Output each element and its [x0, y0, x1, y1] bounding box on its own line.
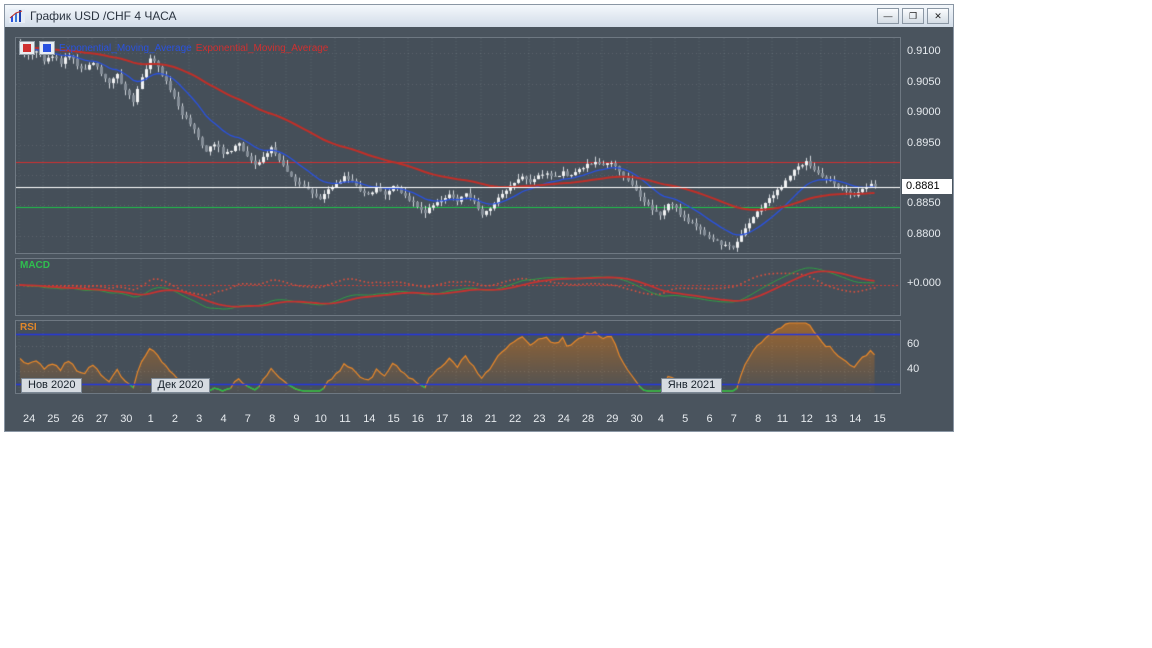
time-axis-label: 15 — [873, 413, 886, 425]
time-axis-label: 11 — [339, 413, 351, 425]
chart-icon — [9, 9, 25, 23]
time-axis-label: 16 — [411, 413, 425, 425]
rsi-panel: RSI — [15, 320, 901, 394]
time-axis-label: 29 — [606, 413, 619, 425]
macd-label: MACD — [20, 260, 50, 271]
time-axis-label: 25 — [47, 413, 60, 425]
chart-window: График USD /CHF 4 ЧАСА — ❐ ✕ Exponential… — [4, 4, 954, 432]
macd-axis-tick: +0.000 — [907, 277, 941, 289]
time-axis-label: 1 — [147, 413, 154, 425]
minimize-button[interactable]: — — [877, 8, 899, 24]
price-axis-tick: 0.8950 — [907, 136, 941, 149]
time-axis-label: 13 — [824, 413, 838, 425]
time-axis-label: 4 — [657, 413, 664, 425]
time-axis-label: 7 — [244, 413, 251, 425]
time-axis-label: 7 — [730, 413, 737, 425]
ema-slow-label: Exponential_Moving_Average — [195, 42, 329, 54]
time-axis-label: 28 — [581, 413, 595, 425]
ema-fast-label: Exponential_Moving_Average — [59, 42, 192, 54]
rsi-label: RSI — [20, 322, 37, 333]
maximize-button[interactable]: ❐ — [902, 8, 924, 24]
time-axis-label: 8 — [269, 413, 276, 425]
time-axis-label: 14 — [849, 413, 862, 425]
window-title: График USD /CHF 4 ЧАСА — [30, 9, 177, 23]
period-marker: Дек 2020 — [150, 378, 211, 393]
close-button[interactable]: ✕ — [927, 8, 949, 24]
price-panel: Exponential_Moving_Average Exponential_M… — [15, 37, 901, 254]
time-axis-label: 30 — [120, 413, 133, 425]
time-axis-label: 14 — [363, 413, 376, 425]
rsi-axis-tick: 40 — [907, 363, 920, 375]
rsi-chart-canvas[interactable] — [16, 321, 900, 393]
price-chart-canvas[interactable] — [16, 38, 900, 253]
time-axis-label: 11 — [776, 413, 789, 425]
time-axis-label: 9 — [293, 413, 300, 425]
time-axis-label: 18 — [460, 413, 473, 425]
price-axis-tick: 0.8800 — [907, 227, 941, 240]
time-axis-label: 24 — [23, 413, 36, 425]
price-axis-tick: 0.9000 — [907, 106, 941, 119]
time-axis-label: 10 — [314, 413, 327, 425]
macd-panel: MACD — [15, 258, 901, 316]
price-axis-tick: 0.9050 — [907, 75, 941, 88]
time-axis-label: 15 — [387, 413, 400, 425]
time-axis-label: 23 — [533, 413, 546, 425]
time-axis-label: 22 — [509, 413, 522, 425]
period-marker: Нов 2020 — [21, 378, 83, 393]
price-axis-tick: 0.9100 — [907, 45, 941, 58]
ema-fast-color-chip[interactable] — [39, 41, 55, 55]
chart-body: Exponential_Moving_Average Exponential_M… — [5, 27, 953, 431]
time-axis-label: 12 — [800, 413, 813, 425]
time-axis-label: 24 — [557, 413, 570, 425]
time-axis-label: 8 — [755, 413, 762, 425]
time-axis-label: 17 — [436, 413, 449, 425]
time-axis-label: 3 — [196, 413, 203, 425]
time-axis-label: 6 — [706, 413, 713, 425]
time-axis-label: 4 — [220, 413, 227, 425]
time-axis-label: 27 — [95, 413, 109, 425]
rsi-axis-tick: 60 — [907, 338, 920, 350]
time-axis-label: 2 — [171, 413, 178, 425]
macd-chart-canvas[interactable] — [16, 259, 900, 315]
indicator-legend: Exponential_Moving_Average Exponential_M… — [19, 41, 328, 55]
period-marker: Янв 2021 — [660, 378, 723, 393]
time-axis-label: 26 — [71, 413, 84, 425]
price-axis-tick: 0.8850 — [907, 197, 941, 210]
time-axis-label: 5 — [682, 413, 689, 425]
time-axis-label: 21 — [484, 413, 497, 425]
window-titlebar[interactable]: График USD /CHF 4 ЧАСА — ❐ ✕ — [5, 5, 953, 28]
current-price-label: 0.8881 — [902, 178, 952, 194]
time-axis-label: 30 — [630, 413, 643, 425]
ema-slow-color-chip[interactable] — [19, 41, 35, 55]
